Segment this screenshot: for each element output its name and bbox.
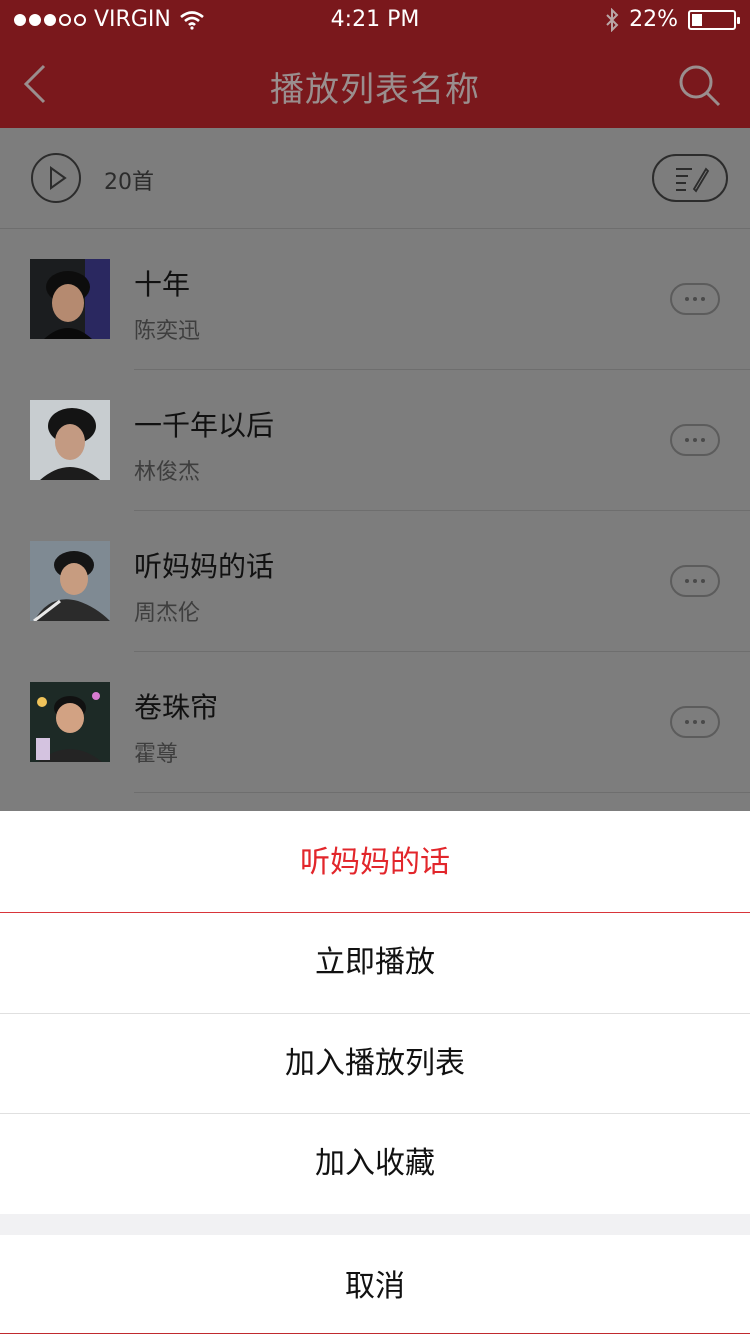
add-to-favorites-button[interactable]: 加入收藏: [0, 1113, 750, 1214]
song-name: 十年: [134, 268, 191, 301]
status-bar: VIRGIN 4:21 PM 22%: [0, 0, 750, 40]
song-name: 一千年以后: [134, 409, 275, 442]
song-artist: 林俊杰: [134, 460, 201, 485]
playlist-header: 20首: [0, 128, 750, 229]
search-icon[interactable]: [678, 64, 722, 108]
screen: VIRGIN 4:21 PM 22% 播放列表名称 20首 十年 陈奕迅 一千年…: [0, 0, 750, 1334]
song-row[interactable]: 卷珠帘 霍尊: [0, 652, 750, 793]
play-now-button[interactable]: 立即播放: [0, 913, 750, 1013]
song-artist: 周杰伦: [134, 601, 201, 626]
cancel-button[interactable]: 取消: [0, 1235, 750, 1333]
battery-percent: 22%: [629, 7, 678, 32]
song-artist: 霍尊: [134, 742, 179, 767]
battery-level: [692, 13, 702, 26]
action-sheet: 听妈妈的话 立即播放 加入播放列表 加入收藏 取消: [0, 811, 750, 1334]
add-to-playlist-button[interactable]: 加入播放列表: [0, 1013, 750, 1114]
album-cover: [30, 400, 110, 480]
song-row[interactable]: 一千年以后 林俊杰: [0, 370, 750, 511]
row-divider: [134, 792, 750, 793]
more-options-button[interactable]: [670, 283, 720, 315]
more-options-button[interactable]: [670, 565, 720, 597]
song-count: 20首: [104, 170, 154, 195]
bluetooth-icon: [606, 7, 619, 32]
song-name: 卷珠帘: [134, 691, 219, 724]
edit-list-icon: [676, 167, 710, 193]
album-cover: [30, 259, 110, 339]
play-circle-icon[interactable]: [30, 152, 82, 204]
more-options-button[interactable]: [670, 424, 720, 456]
sheet-title: 听妈妈的话: [0, 811, 750, 913]
album-cover: [30, 541, 110, 621]
battery-icon: [688, 9, 740, 30]
song-list: 十年 陈奕迅 一千年以后 林俊杰 听妈妈的话 周杰伦 卷珠帘 霍尊: [0, 229, 750, 829]
edit-list-button[interactable]: [652, 154, 728, 202]
song-artist: 陈奕迅: [134, 319, 201, 344]
song-name: 听妈妈的话: [134, 550, 275, 583]
page-title: 播放列表名称: [270, 70, 480, 110]
status-right: 22%: [605, 7, 740, 32]
nav-bar: 播放列表名称: [0, 40, 750, 128]
more-options-button[interactable]: [670, 706, 720, 738]
album-cover: [30, 682, 110, 762]
song-row[interactable]: 听妈妈的话 周杰伦: [0, 511, 750, 652]
song-row[interactable]: 十年 陈奕迅: [0, 229, 750, 370]
